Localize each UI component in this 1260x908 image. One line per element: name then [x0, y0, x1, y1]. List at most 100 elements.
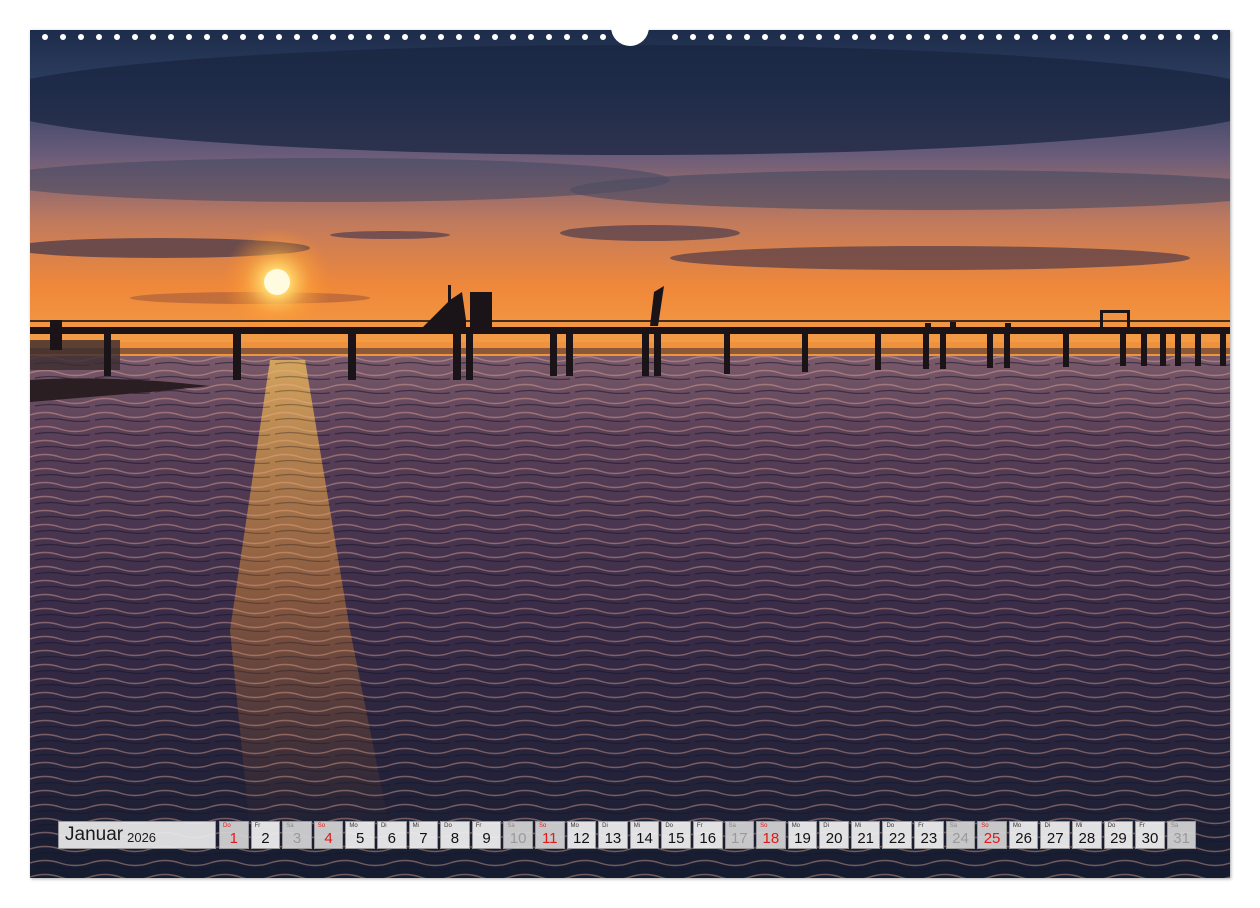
weekday-label: Di	[823, 823, 829, 830]
weekday-label: So	[760, 823, 767, 830]
weekday-label: Sa	[507, 823, 514, 830]
day-cell: Di20	[819, 821, 849, 849]
day-cell: Sa10	[503, 821, 533, 849]
day-cell: Mo12	[567, 821, 597, 849]
day-number: 24	[947, 830, 975, 848]
weekday-label: Di	[381, 823, 387, 830]
day-cell: Do29	[1104, 821, 1134, 849]
day-number: 19	[789, 830, 817, 848]
weekday-label: Sa	[729, 823, 736, 830]
day-number: 25	[978, 830, 1006, 848]
weekday-label: Di	[1044, 823, 1050, 830]
day-cell: Do22	[882, 821, 912, 849]
day-cell: Sa24	[946, 821, 976, 849]
day-number: 3	[283, 830, 311, 848]
day-cell: Do8	[440, 821, 470, 849]
distant-shore	[30, 348, 1230, 354]
day-cell: Mo5	[345, 821, 375, 849]
day-number: 20	[820, 830, 848, 848]
weekday-label: Mi	[634, 823, 640, 830]
day-cell: Sa17	[725, 821, 755, 849]
day-cell: So11	[535, 821, 565, 849]
day-cell: Mi14	[630, 821, 660, 849]
day-number: 30	[1136, 830, 1164, 848]
day-cell: So25	[977, 821, 1007, 849]
day-number: 29	[1105, 830, 1133, 848]
month-name: Januar	[65, 824, 123, 846]
day-number: 7	[410, 830, 438, 848]
weekday-label: Fr	[1139, 823, 1145, 830]
day-cell: Di13	[598, 821, 628, 849]
day-number: 2	[252, 830, 280, 848]
day-number: 1	[220, 830, 248, 848]
weekday-label: So	[539, 823, 546, 830]
day-cell: Fr30	[1135, 821, 1165, 849]
day-cell: Fr23	[914, 821, 944, 849]
day-cell: Di27	[1040, 821, 1070, 849]
weekday-label: Sa	[950, 823, 957, 830]
day-cell: Do1	[219, 821, 249, 849]
weekday-label: Mo	[792, 823, 800, 830]
day-number: 5	[346, 830, 374, 848]
day-number: 15	[662, 830, 690, 848]
day-number: 6	[378, 830, 406, 848]
weekday-label: Mi	[413, 823, 419, 830]
day-cell: Fr2	[251, 821, 281, 849]
day-cells: Do1Fr2Sa3So4Mo5Di6Mi7Do8Fr9Sa10So11Mo12D…	[219, 821, 1198, 849]
calendar-strip: Januar 2026 Do1Fr2Sa3So4Mo5Di6Mi7Do8Fr9S…	[58, 821, 1198, 849]
month-year: 2026	[127, 830, 156, 845]
day-cell: Mi21	[851, 821, 881, 849]
weekday-label: Fr	[255, 823, 261, 830]
day-cell: Mo26	[1009, 821, 1039, 849]
weekday-label: Mo	[349, 823, 357, 830]
day-number: 26	[1010, 830, 1038, 848]
day-number: 9	[473, 830, 501, 848]
weekday-label: Fr	[918, 823, 924, 830]
weekday-label: Fr	[697, 823, 703, 830]
weekday-label: Sa	[286, 823, 293, 830]
day-number: 12	[568, 830, 596, 848]
day-cell: Mo19	[788, 821, 818, 849]
day-number: 27	[1041, 830, 1069, 848]
day-number: 17	[726, 830, 754, 848]
month-label: Januar 2026	[58, 821, 216, 849]
day-cell: Fr16	[693, 821, 723, 849]
day-number: 21	[852, 830, 880, 848]
day-number: 18	[757, 830, 785, 848]
day-number: 22	[883, 830, 911, 848]
weekday-label: Sa	[1171, 823, 1178, 830]
day-cell: Fr9	[472, 821, 502, 849]
day-cell: So18	[756, 821, 786, 849]
day-cell: Di6	[377, 821, 407, 849]
day-number: 4	[315, 830, 343, 848]
weekday-label: Do	[886, 823, 894, 830]
day-cell: Mi7	[409, 821, 439, 849]
weekday-label: Do	[665, 823, 673, 830]
weekday-label: So	[981, 823, 988, 830]
day-cell: Sa3	[282, 821, 312, 849]
weekday-label: So	[318, 823, 325, 830]
day-number: 28	[1073, 830, 1101, 848]
day-cell: So4	[314, 821, 344, 849]
weekday-label: Mo	[1013, 823, 1021, 830]
day-number: 10	[504, 830, 532, 848]
weekday-label: Mi	[1076, 823, 1082, 830]
day-number: 13	[599, 830, 627, 848]
day-number: 11	[536, 830, 564, 848]
day-number: 16	[694, 830, 722, 848]
weekday-label: Do	[444, 823, 452, 830]
weekday-label: Di	[602, 823, 608, 830]
day-cell: Do15	[661, 821, 691, 849]
day-number: 23	[915, 830, 943, 848]
sun-core	[264, 269, 290, 295]
weekday-label: Mo	[571, 823, 579, 830]
day-cell: Sa31	[1167, 821, 1197, 849]
day-number: 8	[441, 830, 469, 848]
day-number: 14	[631, 830, 659, 848]
day-cell: Mi28	[1072, 821, 1102, 849]
photo-canvas	[30, 30, 1230, 878]
weekday-label: Mi	[855, 823, 861, 830]
weekday-label: Do	[223, 823, 231, 830]
weekday-label: Fr	[476, 823, 482, 830]
weekday-label: Do	[1108, 823, 1116, 830]
